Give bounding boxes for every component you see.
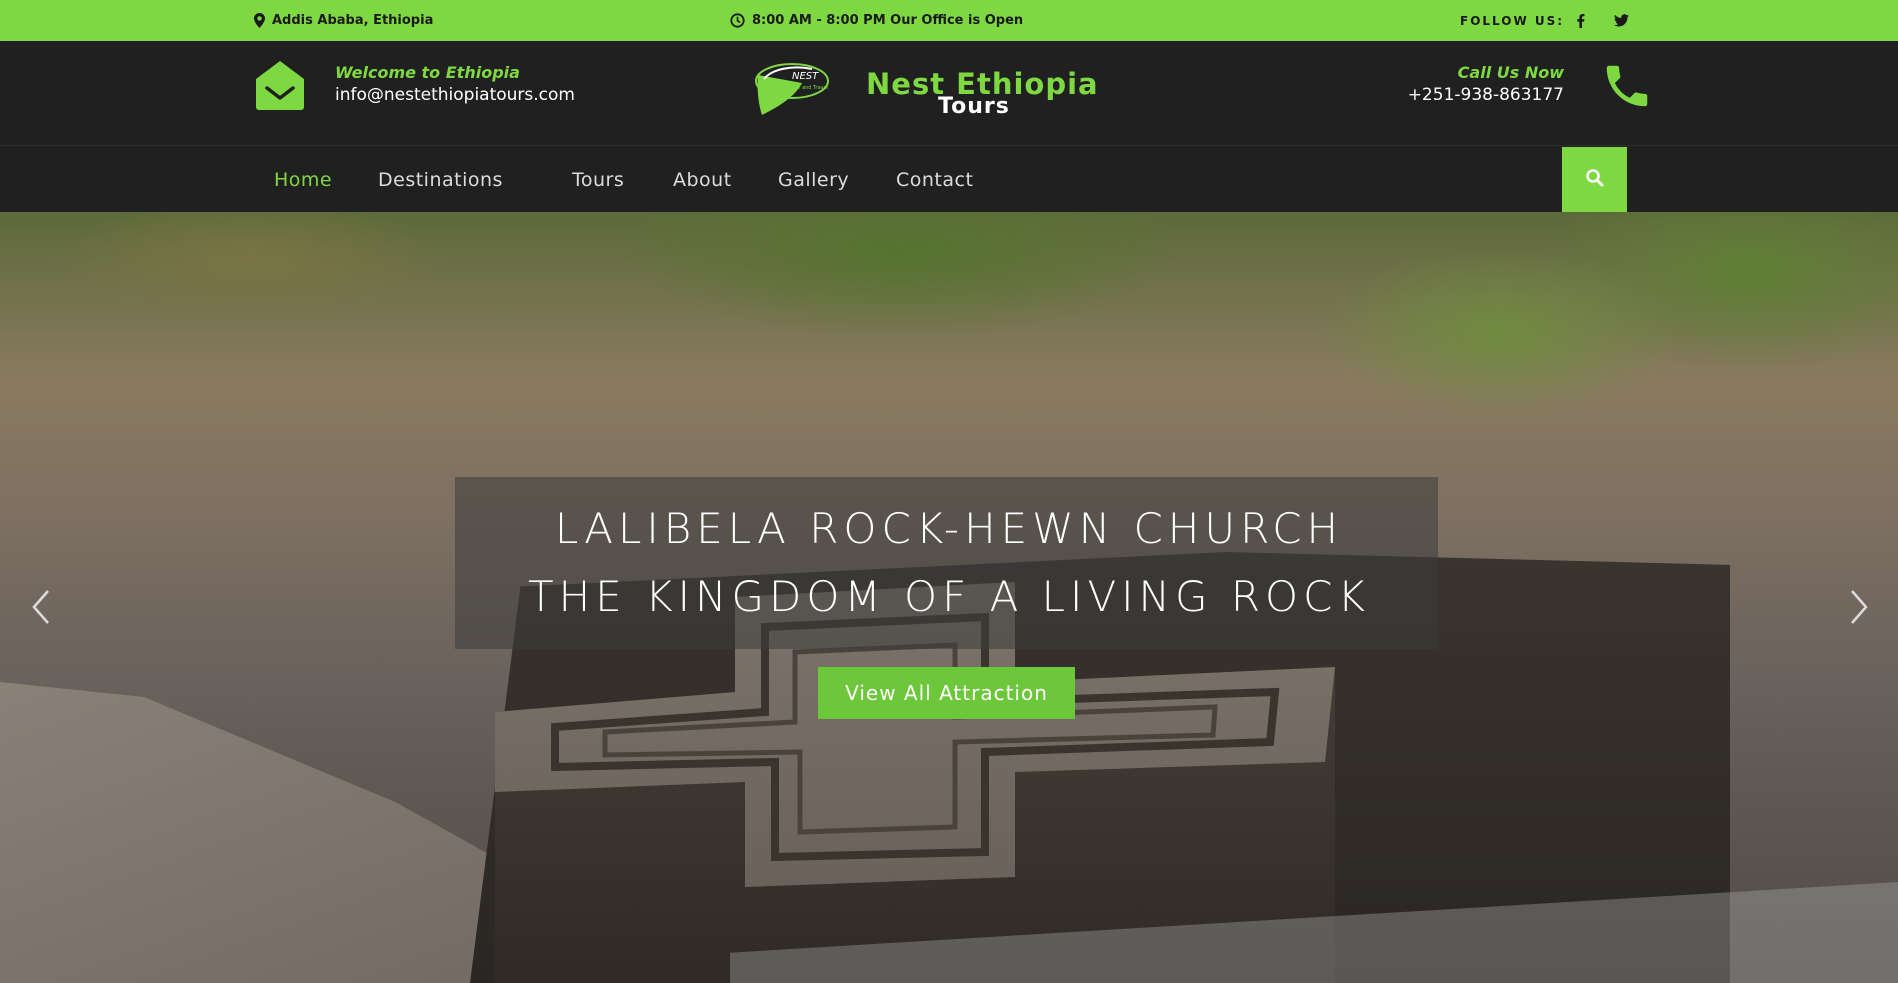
nav-item-about[interactable]: About — [673, 147, 732, 212]
search-button[interactable] — [1562, 147, 1627, 212]
nav-item-gallery[interactable]: Gallery — [778, 147, 849, 212]
hero-title-line-1: LALIBELA ROCK-HEWN CHURCH — [554, 504, 1344, 553]
map-marker-icon — [254, 13, 265, 28]
envelope-open-icon — [254, 59, 306, 111]
facebook-icon[interactable] — [1576, 0, 1585, 41]
chevron-right-icon[interactable] — [1844, 587, 1874, 627]
nest-logo[interactable]: NEST Tour and Travel — [752, 59, 840, 117]
twitter-icon[interactable] — [1614, 0, 1629, 41]
logo-badge-text: NEST — [792, 71, 819, 82]
nav-item-destinations[interactable]: Destinations — [378, 147, 503, 212]
hero-title-line-2: THE KINGDOM OF A LIVING ROCK — [528, 572, 1370, 621]
caption-overlay — [455, 477, 1438, 649]
phone-icon — [1600, 59, 1654, 113]
location-text: Addis Ababa, Ethiopia — [272, 13, 434, 28]
clock-icon — [730, 13, 745, 28]
email-link[interactable]: info@nestethiopiatours.com — [335, 85, 575, 105]
nav-item-contact[interactable]: Contact — [896, 147, 973, 212]
main-nav: Home Destinations Tours About Gallery Co… — [0, 147, 1898, 212]
follow-us-label: FOLLOW US: — [1460, 13, 1565, 28]
search-icon — [1585, 168, 1604, 191]
office-hours: 8:00 AM - 8:00 PM Our Office is Open — [730, 0, 1023, 41]
nav-item-home[interactable]: Home — [274, 147, 332, 212]
top-bar: Addis Ababa, Ethiopia 8:00 AM - 8:00 PM … — [0, 0, 1898, 41]
hours-text: 8:00 AM - 8:00 PM Our Office is Open — [752, 13, 1024, 28]
logo-subtitle: Tours — [938, 94, 1010, 119]
hero-slider: LALIBELA ROCK-HEWN CHURCH THE KINGDOM OF… — [0, 212, 1898, 983]
logo-badge-subtext: Tour and Travel — [789, 85, 828, 91]
chevron-left-icon[interactable] — [26, 587, 56, 627]
site-header: Welcome to Ethiopia info@nestethiopiatou… — [0, 41, 1898, 146]
phone-number[interactable]: +251-938-863177 — [1408, 85, 1564, 105]
call-us-label: Call Us Now — [1457, 63, 1564, 82]
view-all-attraction-button[interactable]: View All Attraction — [818, 667, 1075, 719]
welcome-text: Welcome to Ethiopia — [335, 63, 520, 82]
location-info: Addis Ababa, Ethiopia — [254, 0, 433, 41]
nav-item-tours[interactable]: Tours — [572, 147, 624, 212]
